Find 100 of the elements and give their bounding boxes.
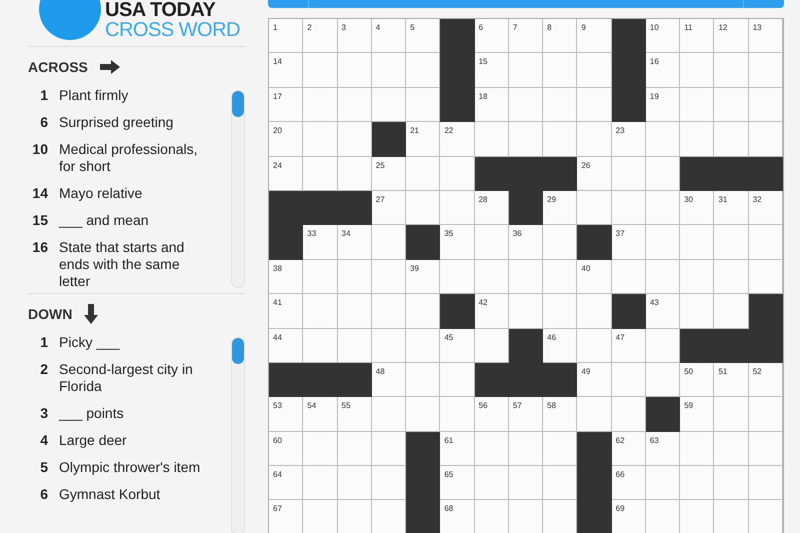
grid-cell[interactable]: 50 [680, 362, 714, 398]
grid-cell[interactable]: 23 [612, 122, 646, 157]
grid-cell[interactable]: 66 [612, 466, 646, 500]
clue-text[interactable]: State that starts and ends with the same letter [59, 239, 206, 290]
grid-cell[interactable] [406, 294, 440, 329]
grid-cell[interactable]: 2 [303, 19, 338, 54]
grid-cell[interactable]: 30 [680, 190, 714, 226]
grid-cell[interactable] [748, 122, 783, 157]
grid-cell[interactable] [406, 88, 440, 122]
grid-cell[interactable]: 59 [680, 397, 714, 432]
grid-cell[interactable]: 58 [543, 397, 578, 432]
grid-cell[interactable] [303, 294, 338, 329]
grid-cell[interactable]: 55 [338, 397, 372, 432]
grid-cell[interactable] [338, 260, 372, 294]
grid-cell[interactable] [577, 88, 612, 122]
scrollbar-track[interactable] [231, 90, 245, 288]
grid-cell[interactable] [748, 260, 783, 294]
grid-cell[interactable] [577, 294, 612, 329]
grid-cell[interactable]: 49 [577, 362, 612, 398]
grid-cell[interactable]: 37 [612, 225, 646, 260]
grid-cell[interactable] [577, 397, 612, 432]
grid-cell[interactable] [303, 88, 338, 122]
grid-cell[interactable]: 26 [577, 156, 612, 191]
grid-cell[interactable] [406, 328, 440, 363]
grid-cell[interactable] [577, 190, 612, 226]
grid-cell[interactable] [543, 53, 578, 88]
grid-cell[interactable] [714, 225, 749, 260]
grid-cell[interactable] [338, 53, 372, 88]
grid-cell[interactable] [338, 466, 372, 500]
grid-cell[interactable] [543, 225, 578, 260]
grid-cell[interactable]: 9 [577, 19, 612, 54]
clue-number[interactable]: 15 [28, 212, 48, 229]
grid-cell[interactable] [748, 432, 783, 466]
grid-cell[interactable] [338, 88, 372, 122]
clue-number[interactable]: 6 [28, 486, 48, 503]
grid-cell[interactable] [338, 122, 372, 157]
grid-cell[interactable]: 5 [406, 19, 440, 54]
grid-cell[interactable]: 17 [269, 88, 304, 122]
grid-cell[interactable] [440, 362, 475, 398]
grid-cell[interactable] [543, 294, 578, 329]
clue-text[interactable]: Gymnast Korbut [59, 486, 160, 503]
grid-cell[interactable] [714, 53, 749, 88]
grid-cell[interactable] [714, 466, 749, 500]
grid-cell[interactable] [338, 294, 372, 329]
grid-cell[interactable]: 63 [646, 432, 680, 466]
grid-cell[interactable] [508, 260, 544, 294]
grid-cell[interactable] [646, 260, 680, 294]
grid-cell[interactable] [508, 432, 544, 466]
grid-cell[interactable]: 46 [543, 328, 578, 363]
grid-cell[interactable]: 8 [543, 19, 578, 54]
grid-cell[interactable] [714, 122, 749, 157]
grid-cell[interactable] [372, 432, 406, 466]
grid-cell[interactable] [474, 328, 509, 363]
grid-cell[interactable] [612, 260, 646, 294]
grid-cell[interactable]: 24 [269, 156, 304, 191]
grid-cell[interactable] [680, 53, 714, 88]
clue-text[interactable]: Second-largest city in Florida [59, 361, 206, 395]
grid-cell[interactable] [303, 53, 338, 88]
grid-cell[interactable]: 47 [612, 328, 646, 363]
grid-cell[interactable]: 42 [474, 294, 509, 329]
grid-cell[interactable] [474, 225, 509, 260]
grid-cell[interactable] [748, 53, 783, 88]
clue-text[interactable]: Large deer [59, 432, 127, 449]
grid-cell[interactable] [508, 466, 544, 500]
grid-cell[interactable] [714, 397, 749, 432]
grid-cell[interactable]: 52 [748, 362, 783, 398]
grid-cell[interactable]: 33 [303, 225, 338, 260]
grid-cell[interactable] [714, 294, 749, 329]
grid-cell[interactable]: 36 [508, 225, 544, 260]
clue-number[interactable]: 16 [28, 239, 48, 256]
grid-cell[interactable] [508, 53, 544, 88]
grid-cell[interactable]: 21 [406, 122, 440, 157]
grid-cell[interactable] [372, 328, 406, 363]
clue-text[interactable]: Olympic thrower's item [59, 459, 200, 476]
clue-text[interactable]: ___ and mean [59, 212, 149, 229]
grid-cell[interactable] [372, 88, 406, 122]
grid-cell[interactable] [646, 362, 680, 398]
grid-cell[interactable] [338, 156, 372, 191]
grid-cell[interactable] [612, 156, 646, 191]
grid-cell[interactable]: 56 [474, 397, 509, 432]
clue-text[interactable]: ___ points [59, 405, 124, 422]
grid-cell[interactable]: 41 [269, 294, 304, 329]
clue-number[interactable]: 3 [28, 405, 48, 422]
grid-cell[interactable]: 13 [748, 19, 783, 54]
clue-text[interactable]: Plant firmly [59, 87, 128, 104]
grid-cell[interactable] [748, 88, 783, 122]
grid-cell[interactable] [440, 260, 475, 294]
grid-cell[interactable] [338, 328, 372, 363]
grid-cell[interactable] [646, 122, 680, 157]
grid-cell[interactable]: 11 [680, 19, 714, 54]
grid-cell[interactable]: 25 [372, 156, 406, 191]
grid-cell[interactable]: 1 [269, 19, 304, 54]
grid-cell[interactable]: 27 [372, 190, 406, 226]
grid-cell[interactable] [748, 397, 783, 432]
grid-cell[interactable]: 15 [474, 53, 509, 88]
grid-cell[interactable]: 16 [646, 53, 680, 88]
clue-number[interactable]: 14 [28, 185, 48, 202]
grid-cell[interactable] [646, 190, 680, 226]
grid-cell[interactable]: 6 [474, 19, 509, 54]
grid-cell[interactable]: 3 [338, 19, 372, 54]
